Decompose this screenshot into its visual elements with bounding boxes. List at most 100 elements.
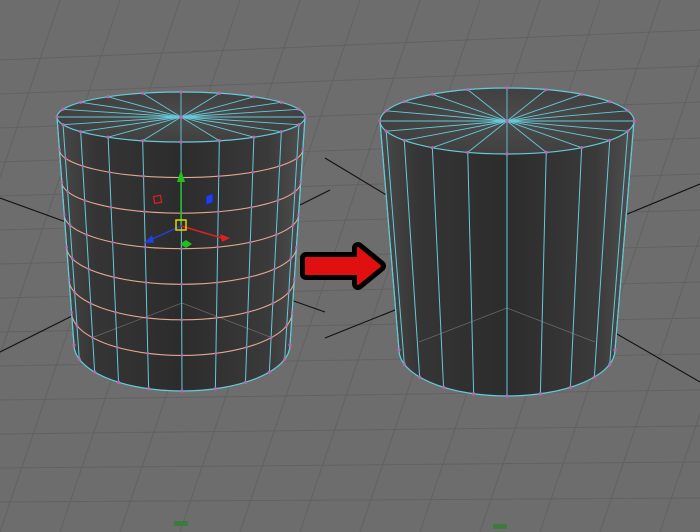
axis-line (324, 157, 389, 197)
yz-plane-handle[interactable] (205, 192, 214, 206)
vertex (248, 240, 252, 244)
vertex (295, 245, 298, 249)
vertex (505, 86, 509, 90)
vertex (538, 392, 542, 396)
vertex (58, 148, 61, 151)
vertex (216, 210, 220, 214)
vertex (179, 90, 183, 94)
vertex (273, 267, 276, 271)
vertex (147, 387, 151, 391)
vertex (285, 324, 289, 328)
vertex (89, 301, 93, 305)
vertex (179, 140, 183, 144)
vertex (79, 100, 83, 104)
vertex (397, 348, 401, 352)
vertex (472, 392, 476, 396)
vertex (632, 119, 636, 123)
vertex (287, 290, 291, 294)
vertex (384, 129, 388, 133)
vertex (402, 138, 406, 142)
vertex (252, 135, 256, 139)
vertex (213, 387, 217, 391)
right-arrow-icon (300, 242, 386, 290)
vertex (293, 190, 297, 194)
vertex (279, 100, 283, 104)
vertex (246, 310, 250, 314)
vertex (402, 362, 406, 366)
vertex (112, 275, 116, 279)
vertex (215, 281, 219, 284)
vertex (430, 146, 434, 150)
vertex (83, 198, 87, 202)
vertex (180, 282, 183, 286)
vertex (73, 290, 77, 294)
vertex (608, 362, 612, 366)
vertex (289, 257, 293, 261)
vertex (430, 92, 434, 96)
origin-marker-icon (174, 521, 188, 526)
vertex (251, 170, 255, 174)
vertex (378, 119, 382, 123)
vertex (115, 345, 119, 349)
vertex (544, 88, 548, 92)
vertex (290, 311, 294, 314)
vertex (67, 278, 71, 282)
vertex (61, 107, 65, 111)
vertex (91, 336, 95, 340)
vertex (141, 91, 145, 95)
viewport-canvas[interactable] (0, 0, 700, 532)
vertex (505, 152, 509, 156)
vertex (613, 348, 617, 352)
vertex (145, 316, 149, 320)
vertex (63, 156, 67, 160)
vertex (274, 233, 278, 237)
vertex (250, 205, 253, 209)
vertex (61, 123, 65, 127)
vertex (217, 91, 221, 95)
vertex (418, 375, 422, 379)
vertex (247, 275, 251, 279)
vertex (568, 385, 573, 389)
vertex (297, 123, 301, 127)
vertex (267, 370, 271, 374)
vertex (466, 150, 470, 154)
vertex (70, 257, 74, 261)
vertex (142, 174, 145, 178)
vertex (108, 170, 112, 174)
vertex (299, 180, 303, 184)
vertex (279, 130, 283, 134)
vertex (68, 223, 72, 227)
axis-line (0, 197, 67, 223)
vertex (626, 109, 630, 113)
vertex (301, 148, 305, 151)
vertex (75, 324, 79, 328)
vertex (505, 119, 509, 123)
vertex (276, 198, 280, 202)
vertex (180, 318, 184, 322)
vertex (215, 316, 218, 320)
vertex (283, 357, 287, 361)
vertex (81, 164, 85, 168)
vertex (180, 247, 183, 251)
vertex (146, 351, 150, 355)
vertex (66, 190, 70, 194)
vertex (60, 180, 64, 184)
vertex (252, 95, 256, 99)
vertex (278, 164, 282, 168)
vertex (292, 278, 296, 282)
vertex (466, 88, 470, 92)
vertex (93, 370, 97, 374)
vertex (179, 115, 183, 119)
vertex (505, 394, 509, 398)
vertex (70, 311, 73, 314)
vertex (295, 156, 299, 160)
3d-viewport[interactable] (0, 0, 700, 532)
cylinder-before[interactable] (55, 90, 307, 393)
vertex (141, 139, 145, 143)
vertex (580, 146, 584, 150)
vertex (111, 240, 114, 244)
vertex (109, 205, 113, 209)
vertex (291, 223, 295, 227)
vertex (87, 267, 91, 271)
cylinder-after[interactable] (378, 86, 636, 398)
